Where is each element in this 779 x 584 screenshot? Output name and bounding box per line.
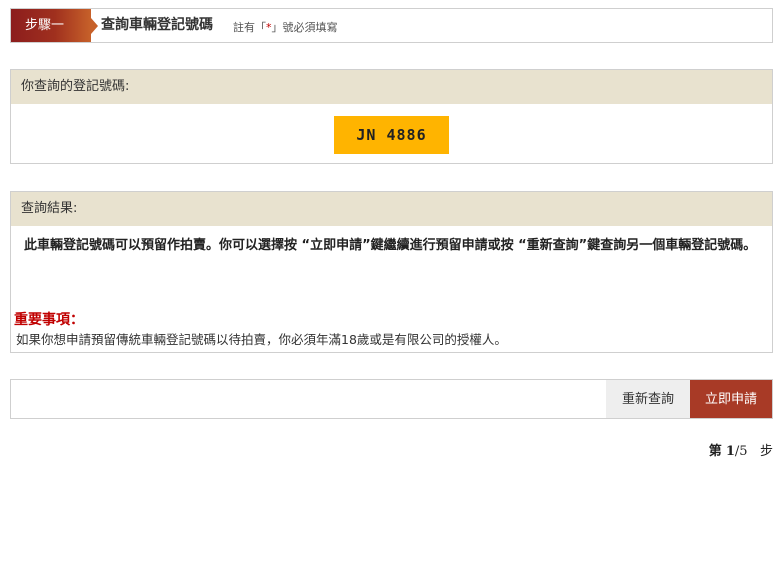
requery-button[interactable]: 重新查詢	[606, 380, 690, 418]
step-counter: 第 1/5 步	[709, 440, 773, 459]
result-heading: 查詢結果:	[11, 192, 772, 226]
page: 步驟一 查詢車輛登記號碼 註有「*」號必須填寫 你查詢的登記號碼: JN 488…	[0, 0, 779, 584]
step-title: 查詢車輛登記號碼	[101, 17, 213, 33]
apply-now-button[interactable]: 立即申請	[690, 380, 772, 418]
plate-number: JN 4886	[334, 116, 449, 154]
important-title: 重要事項：	[14, 312, 84, 328]
important-text: 如果你想申請預留傳統車輛登記號碼以待拍賣，你必須年滿18歲或是有限公司的授權人。	[16, 332, 507, 347]
step-current: 1	[725, 444, 735, 459]
action-bar: 重新查詢 立即申請	[10, 379, 773, 419]
step-counter-prefix: 第	[708, 444, 722, 459]
step-counter-suffix: 步	[759, 444, 773, 459]
step-tab: 步驟一	[11, 9, 91, 42]
step-tab-arrow-icon	[91, 18, 98, 34]
result-panel: 查詢結果: 此車輛登記號碼可以預留作拍賣。你可以選擇按 “立即申請”鍵繼續進行預…	[10, 191, 773, 353]
queried-plate-panel: 你查詢的登記號碼: JN 4886	[10, 69, 773, 164]
step-total: 5	[739, 444, 748, 459]
step-header: 步驟一 查詢車輛登記號碼 註有「*」號必須填寫	[10, 8, 773, 43]
result-message: 此車輛登記號碼可以預留作拍賣。你可以選擇按 “立即申請”鍵繼續進行預留申請或按 …	[24, 238, 757, 253]
queried-plate-heading: 你查詢的登記號碼:	[11, 70, 772, 104]
required-note-prefix: 註有「	[233, 21, 266, 34]
required-note: 註有「*」號必須填寫	[233, 9, 338, 44]
required-note-suffix: 」號必須填寫	[271, 21, 338, 34]
